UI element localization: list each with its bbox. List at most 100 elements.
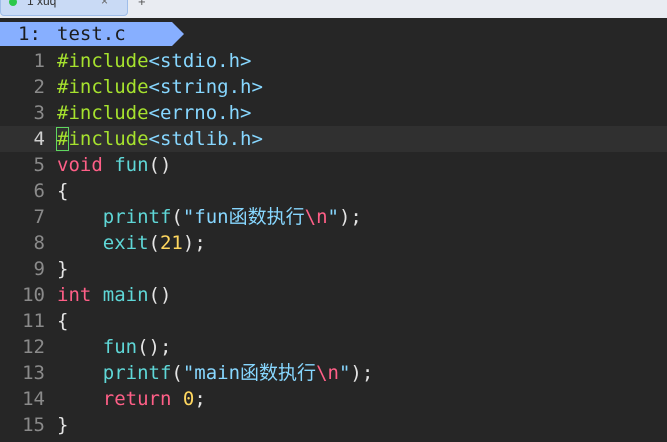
code-token: <stdio.h> [148,50,252,72]
line-code: } [57,412,68,438]
code-token: () [148,154,172,176]
line-code: printf("main函数执行\n"); [57,360,374,386]
code-token: printf [102,206,172,228]
line-number: 14 [22,388,45,410]
line-code: { [57,308,68,334]
code-token: " [338,362,351,384]
line-code: #include<stdlib.h> [55,126,263,152]
code-token: ( [171,206,183,228]
text-cursor: # [55,127,70,151]
terminal-tab-label: 1 xuq [27,0,57,8]
line-code: #include<errno.h> [57,100,251,126]
line-number: 2 [33,76,45,98]
code-line[interactable]: 4 #include<stdlib.h> [0,126,667,152]
code-token: ); [182,232,206,254]
code-line[interactable]: 5 void fun() [0,152,667,178]
code-token: { [57,180,69,202]
connected-status-icon [9,0,17,6]
code-line[interactable]: 13 printf("main函数执行\n"); [0,360,667,386]
code-token: \n [304,206,328,228]
code-line[interactable]: 2 #include<string.h> [0,74,667,100]
code-token: return [102,388,172,410]
line-number: 6 [33,180,45,202]
code-line[interactable]: 7 printf("fun函数执行\n"); [0,204,667,230]
code-token: fun [114,154,149,176]
line-number: 7 [33,206,45,228]
code-token: void [57,154,103,176]
code-token: 21 [159,232,183,254]
code-line[interactable]: 12 fun(); [0,334,667,360]
code-token: " [327,206,339,228]
code-token: #include [57,76,149,98]
line-code: { [57,178,68,204]
code-token: ( [171,362,183,384]
code-line[interactable]: 6{ [0,178,667,204]
code-token: { [57,310,69,332]
code-token: printf [102,362,172,384]
code-token: ( [148,232,160,254]
code-token: <string.h> [148,76,263,98]
line-number: 13 [22,362,45,384]
code-token: } [57,258,69,280]
vim-editor[interactable]: 1: test.c 1 #include<stdio.h> 2 #include<st… [0,18,667,442]
vim-tab-number: 1: [18,23,41,45]
code-line[interactable]: 15} [0,412,667,438]
line-code: return 0; [57,386,206,412]
line-number: 15 [22,414,45,436]
line-number: 12 [22,336,45,358]
line-code: #include<string.h> [57,74,263,100]
code-line[interactable]: 3 #include<errno.h> [0,100,667,126]
vim-tabline: 1: test.c [0,22,667,46]
code-token: #include [57,50,149,72]
code-token: #include [57,102,149,124]
code-token: } [57,414,69,436]
line-code: } [57,256,68,282]
line-number: 4 [33,128,45,150]
code-token: <errno.h> [148,102,252,124]
code-line[interactable]: 9} [0,256,667,282]
new-tab-icon[interactable]: + [138,0,146,9]
terminal-session-tab[interactable]: 1 xuq × [0,0,128,16]
line-number: 9 [33,258,45,280]
line-code: printf("fun函数执行\n"); [57,204,362,230]
code-token: fun [102,336,138,358]
line-code: exit(21); [57,230,206,256]
code-line[interactable]: 8 exit(21); [0,230,667,256]
code-token: () [148,284,172,306]
code-token: \n [316,362,339,384]
line-code: #include<stdio.h> [57,48,251,74]
code-token: 0 [182,388,195,410]
code-token: include [68,128,149,150]
line-number: 11 [22,310,45,332]
vim-tab-arrow-icon [172,22,184,46]
line-number: 8 [33,232,45,254]
close-tab-icon[interactable]: × [101,0,108,8]
code-token: "fun函数执行 [182,206,305,228]
line-number: 5 [33,154,45,176]
code-line[interactable]: 11 { [0,308,667,334]
vim-tab-filename: test.c [57,23,126,45]
code-token: ); [350,362,374,384]
terminal-tab-strip: 1 xuq × + [0,0,667,19]
line-number: 3 [33,102,45,124]
code-token: ; [194,388,206,410]
code-token: ); [338,206,362,228]
code-token: main [102,284,149,306]
code-token: (); [137,336,172,358]
code-token: exit [102,232,149,254]
code-area[interactable]: 1 #include<stdio.h> 2 #include<string.h> 3 #i… [0,48,667,438]
code-line[interactable]: 10 int main() [0,282,667,308]
line-code: int main() [57,282,171,308]
line-number: 1 [33,50,45,72]
code-line[interactable]: 14 return 0; [0,386,667,412]
code-token: "main函数执行 [182,362,317,384]
line-code: void fun() [57,152,171,178]
code-line[interactable]: 1 #include<stdio.h> [0,48,667,74]
